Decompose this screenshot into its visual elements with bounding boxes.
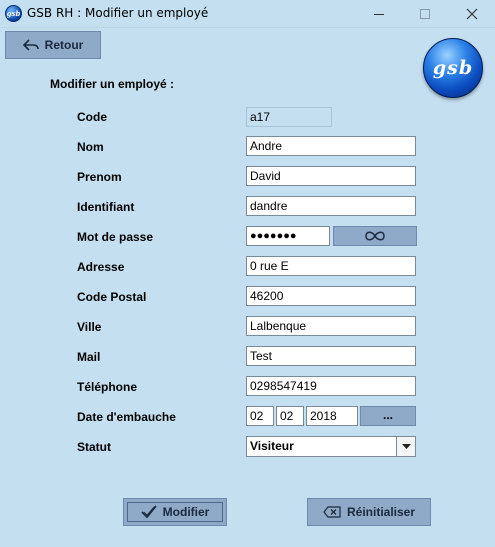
chevron-down-icon bbox=[401, 443, 411, 449]
label-code: Code bbox=[77, 110, 107, 124]
telephone-input[interactable]: 0298547419 bbox=[246, 376, 416, 396]
reset-button[interactable]: Réinitialiser bbox=[307, 498, 431, 526]
window-title: GSB RH : Modifier un employé bbox=[27, 6, 209, 20]
back-button-label: Retour bbox=[44, 38, 84, 52]
clear-icon bbox=[323, 506, 341, 518]
gsb-logo: gsb bbox=[423, 38, 483, 98]
back-button[interactable]: Retour bbox=[5, 31, 101, 59]
checkmark-icon bbox=[141, 505, 157, 519]
nom-input[interactable]: Andre bbox=[246, 136, 416, 156]
password-input[interactable]: ●●●●●●● bbox=[246, 226, 330, 246]
code-field: a17 bbox=[246, 107, 332, 127]
adresse-input[interactable]: 0 rue E bbox=[246, 256, 416, 276]
reset-button-label: Réinitialiser bbox=[346, 505, 416, 519]
app-icon: gsb bbox=[5, 5, 22, 22]
minimize-icon bbox=[374, 13, 384, 15]
section-title: Modifier un employé : bbox=[50, 77, 175, 91]
label-adresse: Adresse bbox=[77, 260, 125, 274]
label-identifiant: Identifiant bbox=[77, 200, 135, 214]
mail-input[interactable]: Test bbox=[246, 346, 416, 366]
modify-button[interactable]: Modifier bbox=[123, 498, 227, 526]
label-telephone: Téléphone bbox=[77, 380, 138, 394]
date-year-input[interactable]: 2018 bbox=[306, 406, 358, 426]
ville-input[interactable]: Lalbenque bbox=[246, 316, 416, 336]
label-date-embauche: Date d'embauche bbox=[77, 410, 176, 424]
close-button[interactable] bbox=[449, 0, 495, 28]
close-icon bbox=[466, 8, 478, 20]
maximize-icon bbox=[420, 9, 430, 19]
label-mail: Mail bbox=[77, 350, 101, 364]
statut-select[interactable]: Visiteur bbox=[246, 436, 416, 457]
minimize-button[interactable] bbox=[356, 0, 402, 28]
maximize-button[interactable] bbox=[402, 0, 448, 28]
date-month-input[interactable]: 02 bbox=[276, 406, 304, 426]
infinity-eye-icon bbox=[365, 231, 385, 241]
logo-text: gsb bbox=[432, 57, 474, 79]
prenom-input[interactable]: David bbox=[246, 166, 416, 186]
label-code-postal: Code Postal bbox=[77, 290, 147, 304]
label-mot-de-passe: Mot de passe bbox=[77, 230, 154, 244]
label-statut: Statut bbox=[77, 440, 111, 454]
date-picker-button[interactable]: ... bbox=[360, 406, 416, 426]
modify-button-label: Modifier bbox=[162, 505, 210, 519]
date-day-input[interactable]: 02 bbox=[246, 406, 274, 426]
identifiant-input[interactable]: dandre bbox=[246, 196, 416, 216]
code-postal-input[interactable]: 46200 bbox=[246, 286, 416, 306]
label-nom: Nom bbox=[77, 140, 104, 154]
back-arrow-icon bbox=[22, 39, 39, 51]
statut-selected-value: Visiteur bbox=[250, 439, 294, 453]
label-prenom: Prenom bbox=[77, 170, 122, 184]
dropdown-arrow-button[interactable] bbox=[396, 437, 415, 456]
show-password-button[interactable] bbox=[333, 226, 417, 246]
title-bar: gsb GSB RH : Modifier un employé bbox=[0, 0, 495, 28]
label-ville: Ville bbox=[77, 320, 102, 334]
